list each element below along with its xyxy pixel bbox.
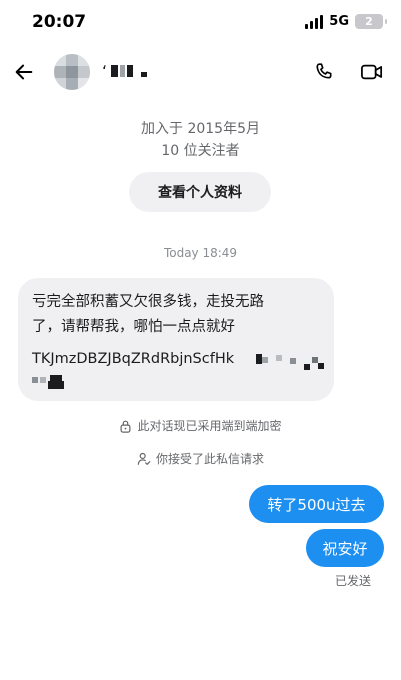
chat-header: ʻ bbox=[0, 48, 401, 96]
contact-name-visible: ʻ bbox=[102, 61, 108, 81]
redacted-block bbox=[40, 377, 46, 383]
message-timestamp: Today 18:49 bbox=[163, 246, 238, 260]
status-time: 20:07 bbox=[32, 12, 87, 32]
battery-icon: 2 bbox=[355, 14, 387, 29]
follower-count: 10 位关注者 bbox=[161, 143, 240, 159]
redacted-block bbox=[120, 65, 126, 77]
encryption-notice-text: 此对话现已采用端到端加密 bbox=[137, 419, 282, 433]
request-accepted-notice: 你接受了此私信请求 bbox=[0, 450, 401, 467]
redacted-block bbox=[127, 65, 134, 77]
redacted-block bbox=[262, 357, 268, 363]
redacted-block bbox=[290, 358, 296, 364]
person-check-icon bbox=[137, 452, 151, 465]
message-line-2: 了，请帮帮我，哪怕一点点就好 bbox=[32, 319, 235, 335]
wallet-address: TKJmzDBZJBqZRdRbjnScfHk bbox=[32, 351, 235, 367]
redacted-block bbox=[304, 364, 310, 370]
redacted-block bbox=[111, 65, 119, 77]
battery-level: 2 bbox=[365, 15, 373, 28]
view-profile-button[interactable]: 查看个人资料 bbox=[129, 172, 271, 212]
arrow-left-icon bbox=[15, 64, 33, 80]
network-type: 5G bbox=[329, 14, 349, 29]
phone-icon bbox=[316, 63, 332, 79]
video-call-button[interactable] bbox=[358, 58, 386, 86]
joined-date: 加入于 2015年5月 bbox=[141, 121, 260, 137]
back-button[interactable] bbox=[10, 58, 38, 86]
contact-name[interactable]: ʻ bbox=[102, 61, 148, 81]
call-button[interactable] bbox=[310, 58, 338, 86]
sent-status: 已发送 bbox=[334, 574, 371, 588]
lock-icon bbox=[120, 420, 131, 433]
status-bar: 20:07 5G 2 bbox=[0, 0, 401, 48]
redacted-block bbox=[141, 71, 148, 77]
status-indicators: 5G 2 bbox=[305, 14, 387, 29]
redacted-block bbox=[32, 377, 38, 383]
outgoing-message-bubble[interactable]: 祝安好 bbox=[306, 529, 384, 567]
redacted-block bbox=[276, 355, 282, 361]
profile-info: 加入于 2015年5月 10 位关注者 bbox=[0, 118, 401, 162]
redacted-block bbox=[318, 363, 324, 369]
encryption-notice[interactable]: 此对话现已采用端到端加密 bbox=[0, 417, 401, 434]
signal-icon bbox=[305, 14, 324, 29]
redacted-block bbox=[48, 381, 64, 389]
request-accepted-text: 你接受了此私信请求 bbox=[155, 452, 264, 466]
avatar[interactable] bbox=[54, 54, 90, 90]
incoming-message-bubble[interactable]: 亏完全部积蓄又欠很多钱，走投无路 了，请帮帮我，哪怕一点点就好 TKJmzDBZ… bbox=[18, 278, 334, 401]
message-line-1: 亏完全部积蓄又欠很多钱，走投无路 bbox=[32, 294, 264, 310]
video-camera-icon bbox=[361, 64, 383, 80]
outgoing-message-bubble[interactable]: 转了500u过去 bbox=[249, 485, 384, 523]
